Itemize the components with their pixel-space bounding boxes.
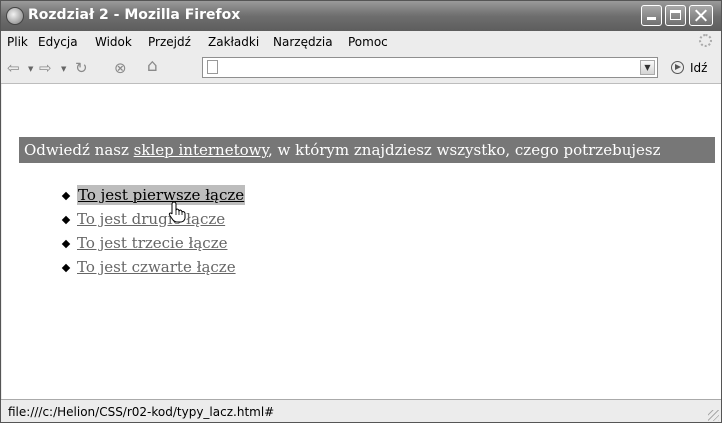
link-3[interactable]: To jest trzecie łącze (77, 233, 227, 253)
menu-plik[interactable]: Plik (7, 35, 28, 49)
hand-cursor-icon (168, 201, 186, 223)
status-url: file:///c:/Helion/CSS/r02-kod/typy_lacz.… (8, 405, 275, 419)
status-bar: file:///c:/Helion/CSS/r02-kod/typy_lacz.… (1, 399, 721, 422)
throbber-icon (699, 34, 712, 47)
page-icon (207, 60, 218, 74)
forward-arrow-icon[interactable]: ⇨ (39, 59, 52, 77)
back-arrow-icon[interactable]: ⇦ (7, 59, 20, 77)
go-button-label[interactable]: Idź (690, 61, 707, 75)
bullet-icon (61, 263, 71, 273)
browser-window: Rozdział 2 - Mozilla Firefox Plik Edycja… (0, 0, 722, 423)
home-icon[interactable]: ⌂ (147, 57, 158, 75)
menu-bar: Plik Edycja Widok Przejdź Zakładki Narzę… (1, 31, 721, 53)
banner-text-after: , w którym znajdziesz wszystko, czego po… (267, 141, 661, 159)
navigation-toolbar: ⇦ ▼ ⇨ ▼ ↻ ⊗ ⌂ ▼ Idź (1, 53, 721, 84)
forward-dropdown-icon[interactable]: ▼ (61, 65, 66, 73)
maximize-button[interactable] (665, 5, 686, 26)
bullet-icon (61, 215, 71, 225)
banner-text-before: Odwiedź nasz (24, 141, 134, 159)
banner: Odwiedź nasz sklep internetowy, w którym… (19, 137, 715, 163)
minimize-button[interactable] (641, 5, 662, 26)
close-button[interactable] (689, 5, 713, 26)
address-dropdown-icon[interactable]: ▼ (640, 60, 655, 75)
menu-przejdz[interactable]: Przejdź (148, 35, 191, 49)
menu-pomoc[interactable]: Pomoc (348, 35, 388, 49)
reload-icon[interactable]: ↻ (75, 59, 88, 77)
page-content: Odwiedź nasz sklep internetowy, w którym… (2, 84, 721, 399)
firefox-icon (6, 7, 24, 25)
window-title: Rozdział 2 - Mozilla Firefox (28, 7, 241, 23)
back-dropdown-icon[interactable]: ▼ (28, 65, 33, 73)
bullet-icon (61, 239, 71, 249)
link-1[interactable]: To jest pierwsze łącze (77, 185, 246, 205)
menu-edycja[interactable]: Edycja (38, 35, 78, 49)
title-bar[interactable]: Rozdział 2 - Mozilla Firefox (1, 1, 721, 31)
go-icon[interactable] (671, 61, 684, 74)
address-bar[interactable]: ▼ (202, 57, 658, 78)
link-2[interactable]: To jest drugie łącze (77, 209, 225, 229)
menu-widok[interactable]: Widok (95, 35, 132, 49)
resize-grip-icon[interactable] (708, 410, 719, 421)
link-4[interactable]: To jest czwarte łącze (77, 257, 236, 277)
shop-link[interactable]: sklep internetowy (134, 141, 268, 159)
menu-narzedzia[interactable]: Narzędzia (273, 35, 333, 49)
bullet-icon (61, 191, 71, 201)
stop-icon[interactable]: ⊗ (114, 59, 127, 77)
menu-zakladki[interactable]: Zakładki (208, 35, 259, 49)
